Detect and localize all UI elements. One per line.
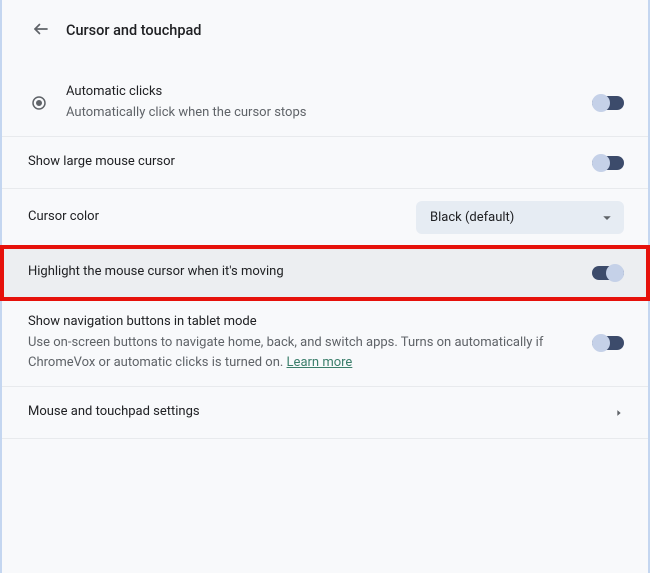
row-content: Highlight the mouse cursor when it's mov…	[28, 263, 592, 282]
settings-page: Cursor and touchpad Automatic clicks Aut…	[0, 0, 650, 573]
large-cursor-toggle[interactable]	[592, 156, 624, 170]
page-title: Cursor and touchpad	[66, 22, 201, 39]
row-content: Automatic clicks Automatically click whe…	[66, 83, 576, 122]
caret-down-icon	[598, 209, 616, 231]
row-cursor-color: Cursor color Black (default)	[2, 189, 648, 247]
learn-more-link[interactable]: Learn more	[287, 355, 353, 370]
row-content: Cursor color	[28, 208, 416, 227]
nav-buttons-toggle[interactable]	[592, 336, 624, 350]
row-content: Show large mouse cursor	[28, 153, 592, 172]
row-label: Mouse and touchpad settings	[28, 403, 602, 422]
row-label: Highlight the mouse cursor when it's mov…	[28, 263, 580, 282]
select-value: Black (default)	[430, 210, 514, 225]
row-sublabel: Automatically click when the cursor stop…	[66, 103, 564, 123]
row-nav-buttons[interactable]: Show navigation buttons in tablet mode U…	[2, 299, 648, 387]
arrow-left-icon	[32, 20, 50, 41]
row-sublabel: Use on-screen buttons to navigate home, …	[28, 333, 580, 372]
row-content: Mouse and touchpad settings	[28, 403, 614, 422]
row-label: Cursor color	[28, 208, 404, 227]
automatic-clicks-toggle[interactable]	[592, 96, 624, 110]
row-highlight-cursor[interactable]: Highlight the mouse cursor when it's mov…	[2, 247, 648, 299]
cursor-color-select[interactable]: Black (default)	[416, 201, 624, 234]
row-label: Show large mouse cursor	[28, 153, 580, 172]
row-label: Automatic clicks	[66, 83, 564, 102]
row-automatic-clicks[interactable]: Automatic clicks Automatically click whe…	[2, 69, 648, 137]
settings-list: Automatic clicks Automatically click whe…	[2, 67, 648, 439]
target-icon	[28, 94, 50, 112]
row-mouse-settings[interactable]: Mouse and touchpad settings	[2, 387, 648, 439]
row-large-cursor[interactable]: Show large mouse cursor	[2, 137, 648, 189]
highlight-cursor-toggle[interactable]	[592, 266, 624, 280]
row-label: Show navigation buttons in tablet mode	[28, 313, 580, 332]
back-button[interactable]	[30, 18, 52, 43]
chevron-right-icon	[614, 403, 624, 422]
page-header: Cursor and touchpad	[2, 0, 648, 53]
row-content: Show navigation buttons in tablet mode U…	[28, 313, 592, 372]
